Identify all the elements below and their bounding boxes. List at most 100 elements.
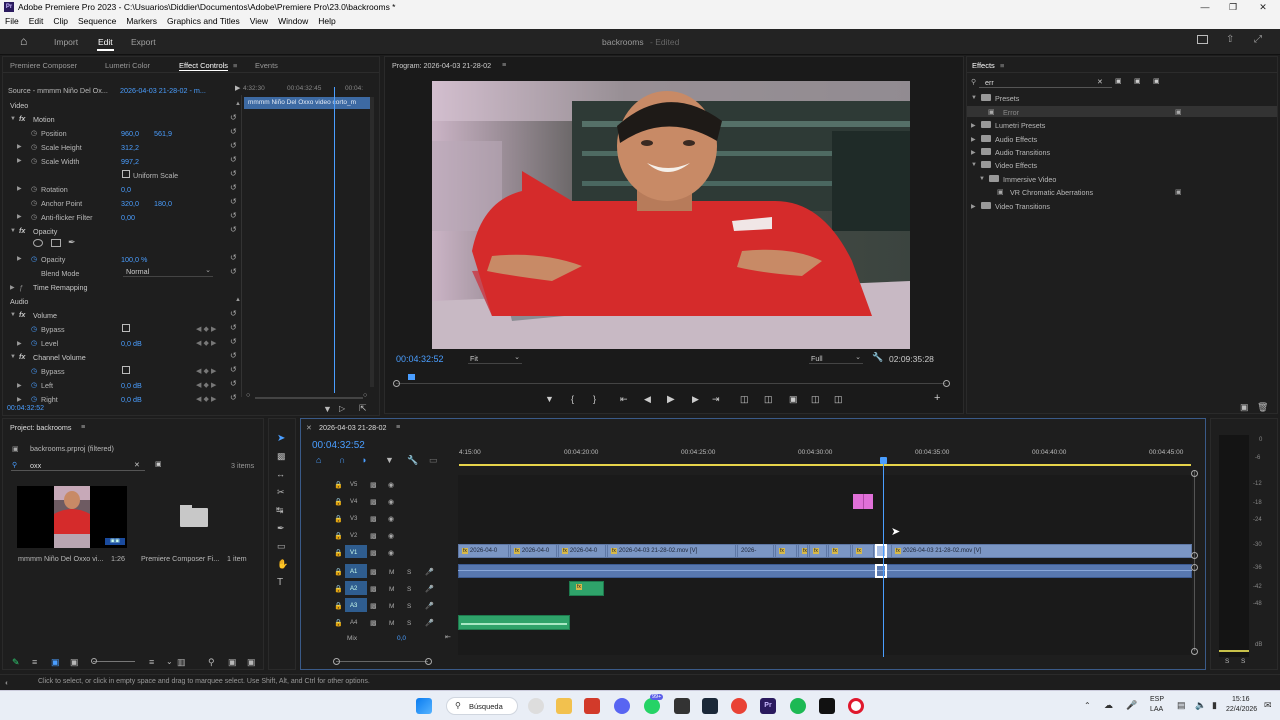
scroll-handle[interactable] bbox=[1191, 470, 1198, 477]
keyframe-nav-icon[interactable]: ◀ ◆ ▶ bbox=[196, 338, 217, 347]
voiceover-mic-icon[interactable]: 🎤 bbox=[425, 619, 434, 627]
uniform-scale-checkbox[interactable] bbox=[122, 170, 130, 178]
blend-mode-dropdown[interactable]: Normal ⌄ bbox=[123, 266, 213, 277]
solo-button[interactable]: S bbox=[407, 586, 411, 593]
tab-effect-controls[interactable]: Effect Controls bbox=[179, 61, 229, 71]
notifications-icon[interactable]: ✉ bbox=[1264, 700, 1272, 711]
reset-anchor-icon[interactable]: ↺ bbox=[230, 197, 237, 206]
a4-audio-clip[interactable] bbox=[458, 615, 570, 630]
sync-lock-icon[interactable]: ▩ bbox=[370, 515, 377, 523]
settings-wrench-icon[interactable]: 🔧 bbox=[872, 352, 883, 363]
keyframe-nav-icon[interactable]: ◀ ◆ ▶ bbox=[196, 394, 217, 403]
freeform-view-icon[interactable]: ▣ bbox=[70, 657, 79, 668]
ec-clip-bar[interactable]: mmmm Niño Del Oxxo video corto_m bbox=[244, 97, 371, 109]
timeline-timecode[interactable]: 00:04:32:52 bbox=[312, 440, 365, 451]
sequence-title[interactable]: 2026-04-03 21-28-02 bbox=[319, 423, 387, 432]
eye-icon[interactable]: ◉ bbox=[388, 532, 394, 540]
voiceover-mic-icon[interactable]: 🎤 bbox=[425, 602, 434, 610]
menu-file[interactable]: File bbox=[0, 14, 24, 26]
mark-out-icon[interactable]: } bbox=[593, 394, 596, 404]
rectangle-tool-icon[interactable]: ▭ bbox=[277, 541, 286, 552]
stopwatch-icon[interactable]: ◷ bbox=[31, 142, 37, 151]
panel-menu-icon[interactable]: ≡ bbox=[233, 61, 237, 70]
expand-antiflicker-icon[interactable]: ▶ bbox=[17, 213, 22, 220]
chrome-alt-icon[interactable] bbox=[528, 698, 544, 714]
close-sequence-icon[interactable]: ✕ bbox=[306, 423, 312, 432]
reset-channel-volume-icon[interactable]: ↺ bbox=[230, 351, 237, 360]
v1-clip[interactable]: fx 2026-04-0 bbox=[510, 544, 557, 558]
tree-immersive-video[interactable]: Immersive Video bbox=[1003, 175, 1056, 184]
opacity-value[interactable]: 100,0 % bbox=[121, 255, 147, 264]
delete-icon[interactable]: 🗑 bbox=[1257, 402, 1268, 413]
new-bin-icon[interactable]: ▣ bbox=[1240, 402, 1249, 413]
zoom-handle-left[interactable] bbox=[333, 658, 340, 665]
multi-cam-icon[interactable]: ◫ bbox=[834, 394, 843, 405]
ellipse-mask-icon[interactable] bbox=[33, 239, 43, 247]
whatsapp-icon[interactable] bbox=[644, 698, 660, 714]
mic-icon[interactable]: 🎤 bbox=[1126, 700, 1137, 711]
expand-video-transitions-icon[interactable]: ▶ bbox=[971, 203, 976, 210]
clock-date[interactable]: 22/4/2026 bbox=[1226, 706, 1257, 713]
work-area-bar[interactable] bbox=[459, 464, 1191, 466]
track-a2-label[interactable]: A2 bbox=[350, 586, 357, 592]
zoom-handle-right[interactable] bbox=[425, 658, 432, 665]
scroll-handle[interactable] bbox=[1191, 648, 1198, 655]
v1-clip[interactable]: fx bbox=[828, 544, 851, 558]
v1-clip[interactable]: fx 2026-04-0 bbox=[558, 544, 606, 558]
tab-lumetri-color[interactable]: Lumetri Color bbox=[105, 61, 150, 70]
sync-lock-icon[interactable]: ▩ bbox=[370, 568, 377, 576]
ec-scroll-right-icon[interactable]: ○ bbox=[363, 392, 367, 399]
lock-icon[interactable]: 🔒 bbox=[334, 602, 343, 610]
media-thumbnail[interactable]: ▣▣ bbox=[17, 486, 127, 548]
tab-edit[interactable]: Edit bbox=[98, 37, 113, 47]
cloud-icon[interactable]: ☁ bbox=[1104, 700, 1113, 711]
automate-icon[interactable]: ▥ bbox=[177, 657, 186, 668]
v1-selected-clip[interactable] bbox=[875, 544, 887, 558]
layout-label[interactable]: LAA bbox=[1150, 706, 1163, 713]
v1-clip[interactable]: 2026- bbox=[737, 544, 774, 558]
eye-icon[interactable]: ◉ bbox=[388, 515, 394, 523]
v1-clip[interactable]: fx 2026-04-03 21-28-02.mov [V] bbox=[607, 544, 736, 558]
reset-left-icon[interactable]: ↺ bbox=[230, 379, 237, 388]
collapse-audio-icon[interactable]: ▲ bbox=[235, 297, 241, 303]
mute-button[interactable]: M bbox=[389, 586, 394, 593]
rectangle-mask-icon[interactable] bbox=[51, 239, 61, 247]
expand-opacity-icon[interactable]: ▶ bbox=[17, 255, 22, 262]
scale-width-value[interactable]: 997,2 bbox=[121, 157, 139, 166]
position-x-value[interactable]: 960,0 bbox=[121, 129, 139, 138]
lock-icon[interactable]: 🔒 bbox=[334, 515, 343, 523]
tiktok-icon[interactable] bbox=[819, 698, 835, 714]
maximize-button[interactable]: ❐ bbox=[1218, 0, 1248, 14]
effects-menu-icon[interactable]: ≡ bbox=[1000, 61, 1004, 70]
expand-opacity-icon[interactable]: ▼ bbox=[10, 228, 16, 234]
expand-right-icon[interactable]: ▶ bbox=[17, 396, 22, 403]
sync-lock-icon[interactable]: ▩ bbox=[370, 481, 377, 489]
tab-import[interactable]: Import bbox=[54, 37, 78, 47]
stopwatch-icon[interactable]: ◷ bbox=[31, 156, 37, 165]
lock-icon[interactable]: 🔒 bbox=[334, 619, 343, 627]
lift-icon[interactable]: ◫ bbox=[740, 394, 749, 405]
lock-icon[interactable]: 🔒 bbox=[334, 481, 343, 489]
clear-search-icon[interactable]: ✕ bbox=[134, 460, 140, 469]
mix-jump-icon[interactable]: ⇤ bbox=[445, 633, 451, 641]
reset-antiflicker-icon[interactable]: ↺ bbox=[230, 211, 237, 220]
a2-audio-clip[interactable]: fx bbox=[569, 581, 604, 596]
discord-icon[interactable] bbox=[614, 698, 630, 714]
sync-lock-icon[interactable]: ▩ bbox=[370, 619, 377, 627]
a1-selected-clip[interactable] bbox=[875, 564, 887, 578]
sync-lock-icon[interactable]: ▩ bbox=[370, 549, 377, 557]
tree-lumetri-presets[interactable]: Lumetri Presets bbox=[995, 121, 1045, 130]
reset-position-icon[interactable]: ↺ bbox=[230, 127, 237, 136]
file-explorer-icon[interactable] bbox=[556, 698, 572, 714]
timeline-settings-icon[interactable]: 🔧 bbox=[407, 455, 418, 466]
reset-uniform-icon[interactable]: ↺ bbox=[230, 169, 237, 178]
expand-left-icon[interactable]: ▶ bbox=[17, 382, 22, 389]
track-a3-label[interactable]: A3 bbox=[350, 603, 357, 609]
clock-time[interactable]: 15:16 bbox=[1232, 696, 1250, 703]
eye-icon[interactable]: ◉ bbox=[388, 549, 394, 557]
track-select-tool-icon[interactable]: ▩ bbox=[277, 451, 286, 462]
scroll-handle[interactable] bbox=[1191, 564, 1198, 571]
menu-window[interactable]: Window bbox=[273, 14, 313, 26]
expand-motion-icon[interactable]: ▼ bbox=[10, 116, 16, 122]
level-value[interactable]: 0,0 dB bbox=[121, 339, 142, 348]
